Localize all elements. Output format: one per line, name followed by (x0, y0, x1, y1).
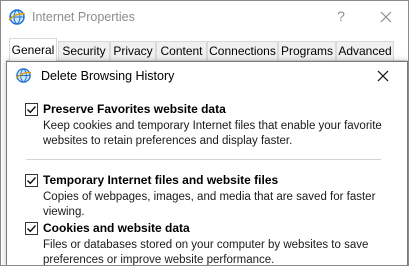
description-line: Copies of webpages, images, and media th… (43, 191, 376, 203)
description-line: preferences or improve website performan… (43, 253, 275, 266)
tab-connections[interactable]: Connections (207, 41, 278, 60)
internet-properties-window: Internet Properties ? General Security P… (0, 0, 409, 266)
checkmark-icon (27, 225, 37, 233)
temporary-files-label[interactable]: Temporary Internet files and website fil… (43, 173, 278, 188)
tab-content[interactable]: Content (156, 41, 207, 60)
tab-programs[interactable]: Programs (278, 41, 336, 60)
temporary-files-description: Copies of webpages, images, and media th… (43, 190, 393, 219)
tab-advanced[interactable]: Advanced (336, 41, 394, 60)
ie-globe-icon (15, 67, 32, 84)
description-line: viewing. (43, 205, 85, 218)
preserve-favorites-description: Keep cookies and temporary Internet file… (43, 119, 393, 148)
preserve-favorites-label[interactable]: Preserve Favorites website data (43, 102, 226, 117)
description-line: Files or databases stored on your comput… (43, 239, 369, 251)
separator (26, 159, 381, 160)
dialog-close-button[interactable] (373, 66, 393, 86)
tab-privacy[interactable]: Privacy (110, 41, 156, 60)
preserve-favorites-checkbox[interactable] (25, 103, 38, 116)
checkmark-icon (27, 177, 37, 185)
description-line: Keep cookies and temporary Internet file… (43, 120, 382, 132)
description-line: websites to retain preferences and displ… (43, 134, 293, 147)
window-title: Internet Properties (32, 10, 135, 24)
delete-browsing-history-dialog: Delete Browsing History Preserve Favorit… (6, 61, 408, 266)
ie-globe-icon (8, 8, 26, 26)
tab-general[interactable]: General (9, 38, 57, 61)
checkmark-icon (27, 106, 37, 114)
close-icon (380, 11, 392, 23)
tab-security[interactable]: Security (58, 41, 110, 60)
cookies-description: Files or databases stored on your comput… (43, 238, 393, 266)
window-close-button[interactable] (375, 6, 397, 28)
help-button[interactable]: ? (331, 5, 351, 27)
close-icon (377, 70, 389, 82)
temporary-files-checkbox[interactable] (25, 174, 38, 187)
title-bar: Internet Properties ? (1, 1, 408, 33)
cookies-label[interactable]: Cookies and website data (43, 221, 190, 236)
dialog-title: Delete Browsing History (41, 69, 175, 83)
cookies-checkbox[interactable] (25, 222, 38, 235)
